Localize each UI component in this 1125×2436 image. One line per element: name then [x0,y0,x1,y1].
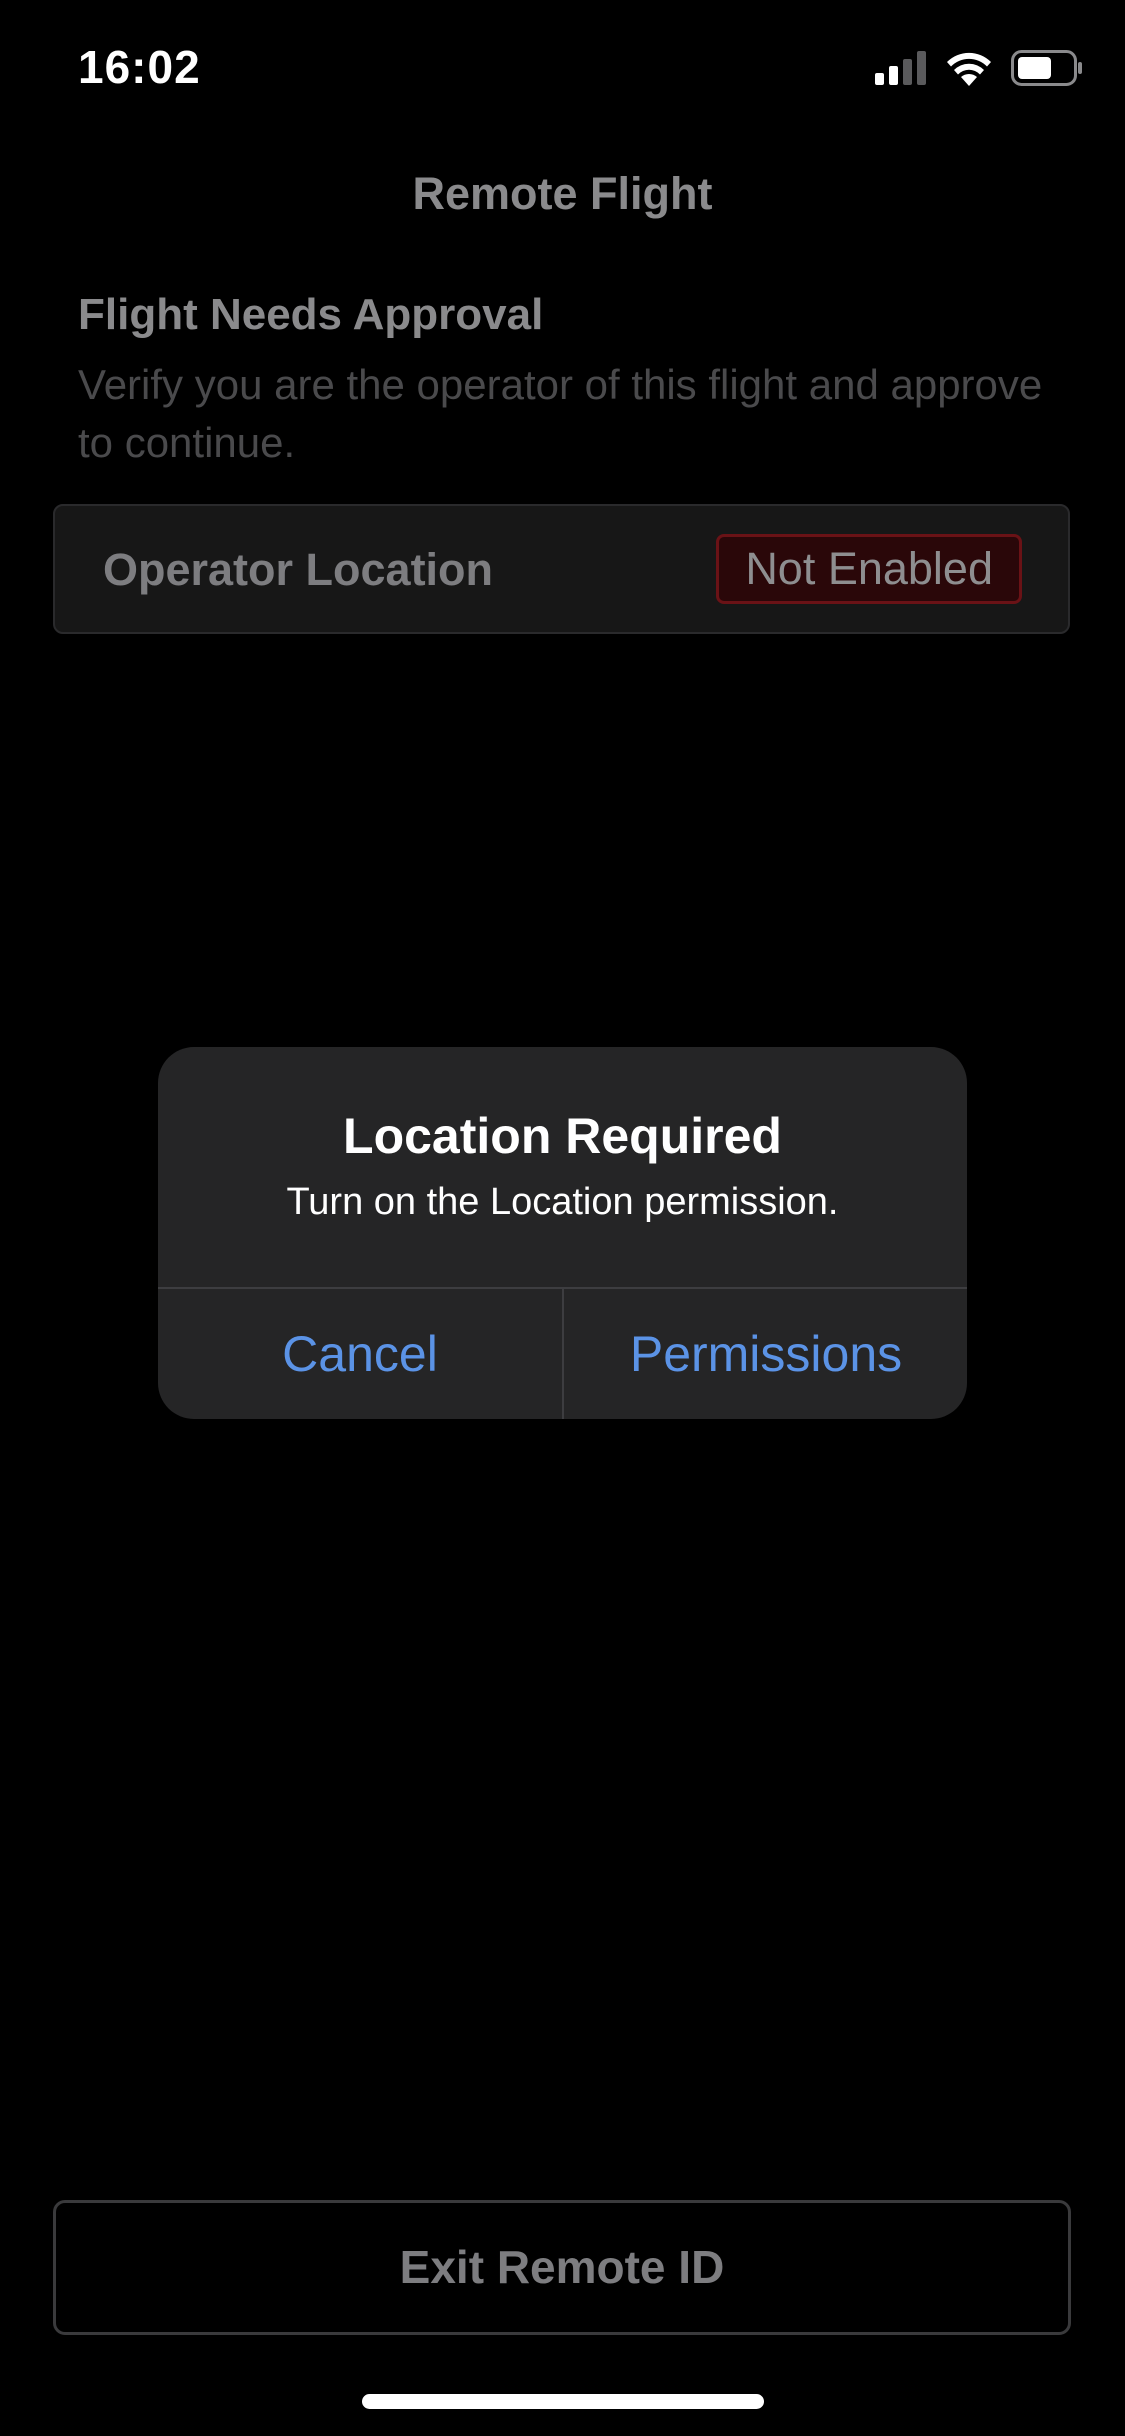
cellular-signal-icon [875,50,927,90]
dialog-message: Turn on the Location permission. [286,1181,839,1223]
battery-icon [1011,49,1083,91]
location-required-dialog: Location Required Turn on the Location p… [158,1047,967,1419]
operator-location-label: Operator Location [103,544,494,595]
operator-location-row[interactable]: Operator Location Not Enabled [53,504,1070,634]
wifi-icon [945,50,993,91]
page-title: Remote Flight [412,168,713,219]
cancel-button[interactable]: Cancel [158,1289,562,1419]
location-status-badge: Not Enabled [716,534,1022,604]
dialog-title: Location Required [343,1108,782,1164]
exit-remote-id-button[interactable]: Exit Remote ID [53,2200,1071,2335]
status-time: 16:02 [78,41,201,93]
home-indicator[interactable] [362,2394,764,2409]
permissions-button[interactable]: Permissions [564,1289,967,1419]
approval-heading: Flight Needs Approval [78,290,544,339]
status-icons [875,48,1083,92]
approval-description: Verify you are the operator of this flig… [78,361,1043,466]
